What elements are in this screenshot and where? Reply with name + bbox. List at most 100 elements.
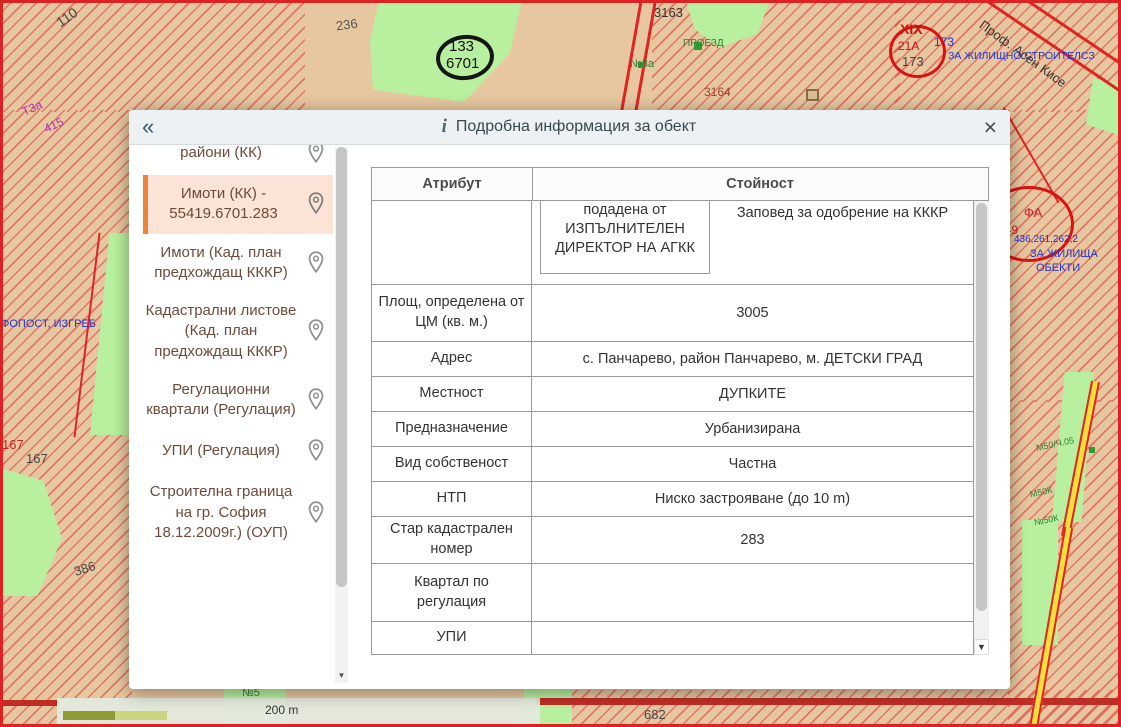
- map-label: 236: [335, 17, 358, 34]
- map-label: XIX: [900, 22, 923, 37]
- map-label: ФОПОСТ, ИЗГРЕБ: [1, 318, 96, 330]
- attribute-cell: Местност: [372, 377, 532, 411]
- map-label: 436,261,262,2: [1014, 234, 1078, 245]
- value-cell: Частна: [532, 447, 973, 481]
- scale-bar-segment: [115, 711, 167, 720]
- dialog-title-wrap: i Подробна информация за обект: [154, 116, 983, 138]
- table-row: Вид собственост Частна: [372, 447, 973, 482]
- value-cell: ДУПКИТЕ: [532, 377, 973, 411]
- sidebar-item-regulacionni-kvartali[interactable]: Регулационни квартали (Регулация): [143, 371, 333, 430]
- table-row: Квартал по регулация: [372, 564, 973, 622]
- sidebar-item-imoti-kk-selected[interactable]: Имоти (КК) - 55419.6701.283: [143, 175, 333, 234]
- map-label: 167: [2, 438, 24, 452]
- map-label: ФА: [1024, 206, 1042, 220]
- dialog-header: « i Подробна информация за обект ×: [129, 110, 1010, 145]
- scale-bar-panel: 200 m: [57, 698, 540, 727]
- sidebar-item-label: Кадастрални листове (Кад. план предхожда…: [143, 301, 299, 362]
- map-label: №3а: [630, 58, 654, 70]
- map-pin-icon: [299, 500, 333, 526]
- scale-bar-segment: [63, 711, 115, 720]
- table-row: НТП Ниско застрояване (до 10 m): [372, 482, 973, 517]
- map-label: ОБЕКТИ: [1036, 262, 1080, 274]
- value-cell: 283: [532, 517, 973, 563]
- map-pin-icon: [299, 191, 333, 217]
- map-viewport[interactable]: 110 236 133 6701 3163 3164 №3а ПРОЕЗД XI…: [0, 0, 1121, 727]
- map-pin-icon: [299, 250, 333, 276]
- map-label: 167: [26, 452, 48, 466]
- table-scrollbar-thumb[interactable]: [976, 203, 987, 611]
- sidebar-item-label: Имоти (КК) - 55419.6701.283: [148, 184, 299, 225]
- value-cell: Урбанизирана: [532, 412, 973, 446]
- map-label: 173: [902, 55, 924, 69]
- map-hatch-area: [0, 0, 305, 112]
- table-row: Местност ДУПКИТЕ: [372, 377, 973, 412]
- map-pin-icon: [299, 145, 333, 166]
- table-row: Предназначение Урбанизирана: [372, 412, 973, 447]
- attribute-cell: Квартал по регулация: [372, 564, 532, 621]
- nested-value-cell: подадена от ИЗПЪЛНИТЕЛЕН ДИРЕКТОР НА АГК…: [540, 201, 710, 274]
- value-cell: [532, 564, 973, 621]
- sidebar-scrollbar[interactable]: ▼: [335, 147, 348, 683]
- attributes-table: Атрибут Стойност подадена от ИЗПЪЛНИТЕЛЕ…: [371, 167, 989, 655]
- table-body: подадена от ИЗПЪЛНИТЕЛЕН ДИРЕКТОР НА АГК…: [371, 201, 974, 655]
- table-row: УПИ: [372, 622, 973, 654]
- map-road-line: [0, 700, 57, 706]
- close-icon[interactable]: ×: [984, 116, 997, 139]
- map-label: 3163: [654, 6, 683, 20]
- table-scroll-down-icon[interactable]: ▼: [974, 639, 989, 655]
- sidebar-scrollbar-thumb[interactable]: [336, 147, 347, 587]
- sidebar-item-rajoni-kk[interactable]: райони (КК): [143, 145, 333, 175]
- sidebar-scroll-down-icon[interactable]: ▼: [335, 668, 348, 683]
- map-pin-icon: [299, 387, 333, 413]
- layer-list: райони (КК) Имоти (КК) - 55419.6701.283 …: [143, 145, 333, 688]
- sidebar-item-upi-regulacia[interactable]: УПИ (Регулация): [143, 429, 333, 473]
- collapse-button[interactable]: «: [142, 116, 154, 138]
- dialog-title: Подробна информация за обект: [456, 118, 696, 136]
- map-label: 682: [644, 708, 666, 722]
- value-cell: с. Панчарево, район Панчарево, м. ДЕТСКИ…: [532, 342, 973, 376]
- attribute-cell: НТП: [372, 482, 532, 516]
- map-label: 3164: [704, 86, 731, 99]
- table-body-wrap: подадена от ИЗПЪЛНИТЕЛЕН ДИРЕКТОР НА АГК…: [371, 201, 989, 655]
- attribute-cell: Вид собственост: [372, 447, 532, 481]
- value-cell: подадена от ИЗПЪЛНИТЕЛЕН ДИРЕКТОР НА АГК…: [532, 201, 973, 284]
- header-value: Стойност: [533, 168, 987, 200]
- value-cell: 3005: [532, 285, 973, 341]
- sidebar-item-label: Регулационни квартали (Регулация): [143, 380, 299, 421]
- table-header-row: Атрибут Стойност: [371, 167, 989, 201]
- sidebar-item-label: Имоти (Кад. план предхождащ КККР): [143, 243, 299, 284]
- attribute-cell: УПИ: [372, 622, 532, 654]
- scale-bar-label: 200 m: [265, 703, 298, 717]
- sidebar-item-imoti-kad-plan[interactable]: Имоти (Кад. план предхождащ КККР): [143, 234, 333, 293]
- map-pin-icon: [299, 318, 333, 344]
- table-row: Адрес с. Панчарево, район Панчарево, м. …: [372, 342, 973, 377]
- header-attribute: Атрибут: [372, 168, 533, 200]
- sidebar-item-label: УПИ (Регулация): [143, 441, 299, 461]
- attribute-cell: [372, 201, 532, 284]
- attribute-cell: Площ, определена от ЦМ (кв. м.): [372, 285, 532, 341]
- dialog-body: райони (КК) Имоти (КК) - 55419.6701.283 …: [129, 145, 1010, 688]
- map-label: ПРОЕЗД: [683, 38, 724, 49]
- map-label: ЗА ЖИЛИЩА: [1030, 248, 1098, 260]
- table-scrollbar[interactable]: ▼: [974, 201, 989, 655]
- map-label: 6701: [446, 56, 479, 73]
- attribute-cell: Адрес: [372, 342, 532, 376]
- value-cell: [532, 622, 973, 654]
- table-row: Площ, определена от ЦМ (кв. м.) 3005: [372, 285, 973, 342]
- map-pin-icon: [299, 438, 333, 464]
- map-label: 173: [934, 36, 954, 49]
- sidebar-item-label: райони (КК): [143, 145, 299, 163]
- nested-value-text: Заповед за одобрение на КККР: [718, 205, 967, 221]
- map-label: 133: [449, 39, 474, 56]
- map-point-marker: [1089, 447, 1095, 453]
- map-label: 21А: [898, 40, 919, 53]
- sidebar-item-stroitelna-granica[interactable]: Строителна граница на гр. София 18.12.20…: [143, 473, 333, 552]
- table-row: подадена от ИЗПЪЛНИТЕЛЕН ДИРЕКТОР НА АГК…: [372, 201, 973, 285]
- sidebar-item-kadastralni-listove[interactable]: Кадастрални листове (Кад. план предхожда…: [143, 292, 333, 371]
- value-cell: Ниско застрояване (до 10 m): [532, 482, 973, 516]
- attribute-cell: Стар кадастрален номер: [372, 517, 532, 563]
- sidebar-item-label: Строителна граница на гр. София 18.12.20…: [143, 482, 299, 543]
- info-dialog: « i Подробна информация за обект × район…: [129, 110, 1010, 689]
- table-row: Стар кадастрален номер 283: [372, 517, 973, 564]
- map-building: [806, 89, 819, 101]
